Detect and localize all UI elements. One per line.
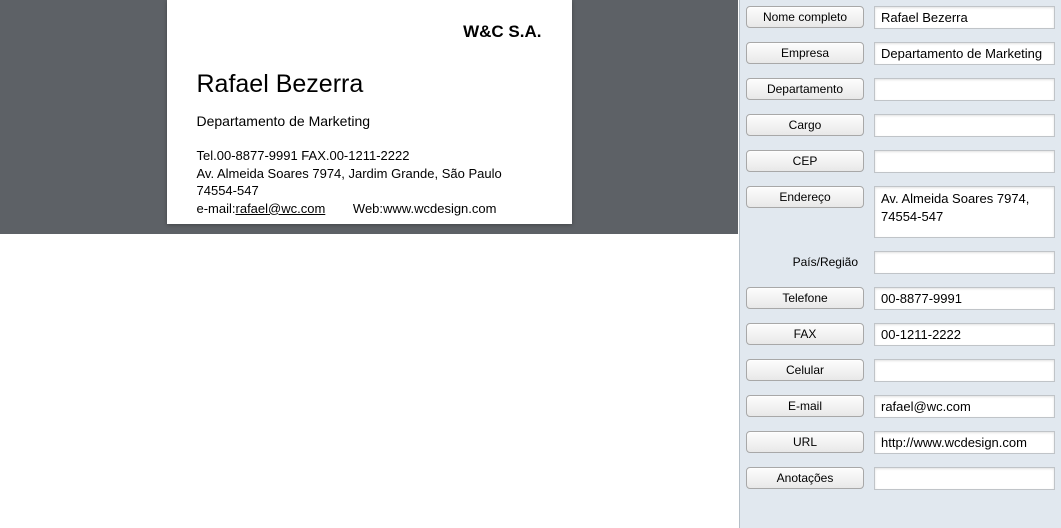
departamento-button[interactable]: Departamento — [746, 78, 864, 100]
card-web-value: www.wcdesign.com — [383, 200, 496, 218]
card-company: W&C S.A. — [197, 22, 542, 42]
fax-button[interactable]: FAX — [746, 323, 864, 345]
card-web-wrap: Web: www.wcdesign.com — [353, 200, 497, 218]
card-email-link[interactable]: rafael@wc.com — [236, 201, 326, 216]
row-email: E-mail — [746, 395, 1055, 418]
row-nome: Nome completo — [746, 6, 1055, 29]
telefone-input[interactable] — [874, 287, 1055, 310]
card-details: Tel.00-8877-9991 FAX.00-1211-2222 Av. Al… — [197, 147, 542, 217]
row-cep: CEP — [746, 150, 1055, 173]
form-panel: Nome completo Empresa Departamento Cargo… — [739, 0, 1061, 528]
pais-regiao-input[interactable] — [874, 251, 1055, 274]
row-empresa: Empresa — [746, 42, 1055, 65]
row-departamento: Departamento — [746, 78, 1055, 101]
empresa-input[interactable] — [874, 42, 1055, 65]
row-url: URL — [746, 431, 1055, 454]
card-email-web: e-mail: rafael@wc.com Web: www.wcdesign.… — [197, 200, 542, 218]
card-name: Rafael Bezerra — [197, 70, 542, 99]
fax-input[interactable] — [874, 323, 1055, 346]
telefone-button[interactable]: Telefone — [746, 287, 864, 309]
celular-input[interactable] — [874, 359, 1055, 382]
card-telfax: Tel.00-8877-9991 FAX.00-1211-2222 — [197, 147, 542, 165]
endereco-input[interactable] — [874, 186, 1055, 238]
endereco-button[interactable]: Endereço — [746, 186, 864, 208]
card-address: Av. Almeida Soares 7974, Jardim Grande, … — [197, 165, 542, 200]
email-input[interactable] — [874, 395, 1055, 418]
row-anotacoes: Anotações — [746, 467, 1055, 490]
url-input[interactable] — [874, 431, 1055, 454]
card-email-label: e-mail: — [197, 200, 236, 218]
cargo-input[interactable] — [874, 114, 1055, 137]
url-button[interactable]: URL — [746, 431, 864, 453]
nome-completo-button[interactable]: Nome completo — [746, 6, 864, 28]
cep-input[interactable] — [874, 150, 1055, 173]
email-button[interactable]: E-mail — [746, 395, 864, 417]
row-telefone: Telefone — [746, 287, 1055, 310]
card-web-label: Web: — [353, 200, 383, 218]
card-department: Departamento de Marketing — [197, 113, 542, 129]
business-card: W&C S.A. Rafael Bezerra Departamento de … — [167, 0, 572, 224]
nome-completo-input[interactable] — [874, 6, 1055, 29]
row-fax: FAX — [746, 323, 1055, 346]
cep-button[interactable]: CEP — [746, 150, 864, 172]
departamento-input[interactable] — [874, 78, 1055, 101]
anotacoes-input[interactable] — [874, 467, 1055, 490]
row-endereco: Endereço — [746, 186, 1055, 238]
row-cargo: Cargo — [746, 114, 1055, 137]
pais-regiao-label: País/Região — [746, 251, 864, 273]
empresa-button[interactable]: Empresa — [746, 42, 864, 64]
row-pais: País/Região — [746, 251, 1055, 274]
card-preview-area: W&C S.A. Rafael Bezerra Departamento de … — [0, 0, 738, 234]
celular-button[interactable]: Celular — [746, 359, 864, 381]
cargo-button[interactable]: Cargo — [746, 114, 864, 136]
row-celular: Celular — [746, 359, 1055, 382]
anotacoes-button[interactable]: Anotações — [746, 467, 864, 489]
